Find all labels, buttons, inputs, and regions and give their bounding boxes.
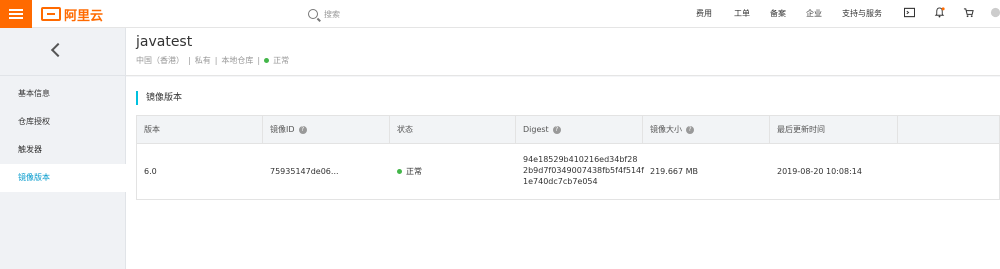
meta-separator: | [214, 56, 218, 65]
back-button[interactable] [0, 28, 125, 76]
header-status: 状态 [390, 116, 516, 143]
header-actions [898, 116, 999, 143]
header-version: 版本 [137, 116, 263, 143]
sidebar-item-basic-info[interactable]: 基本信息 [0, 80, 126, 108]
table-header: 版本 镜像ID? 状态 Digest? 镜像大小? 最后更新时间 [137, 116, 999, 144]
search-icon [308, 9, 318, 19]
repo-region: 中国（香港） [136, 56, 184, 65]
chevron-left-icon [50, 42, 66, 58]
sidebar-item-triggers[interactable]: 触发器 [0, 136, 126, 164]
repo-visibility: 私有 [194, 56, 211, 65]
cell-version: 6.0 [144, 167, 157, 176]
status-dot-icon [397, 169, 402, 174]
cell-status: 正常 [390, 144, 516, 199]
repo-header: javatest 中国（香港） | 私有 | 本地仓库 | 正常 [126, 28, 1000, 76]
help-icon[interactable]: ? [686, 125, 694, 134]
search-box[interactable]: 搜索 [308, 6, 340, 22]
status-text: 正常 [406, 167, 422, 176]
nav-enterprise[interactable]: 企业 [806, 8, 822, 19]
bell-icon[interactable] [934, 7, 945, 18]
table-row: 6.0 75935147de06... 正常 94e18529b410216ed… [137, 144, 999, 199]
versions-table: 版本 镜像ID? 状态 Digest? 镜像大小? 最后更新时间 6.0 759… [136, 115, 1000, 200]
help-icon[interactable]: ? [298, 125, 307, 134]
sidebar-item-image-versions[interactable]: 镜像版本 [0, 164, 126, 192]
digest-line: 2b9d7f0349007438fb5f4f514f [523, 166, 644, 175]
nav-tickets[interactable]: 工单 [734, 8, 750, 19]
avatar-icon[interactable] [990, 7, 1000, 18]
aliyun-logo-icon [41, 7, 61, 21]
search-placeholder: 搜索 [324, 9, 340, 19]
cell-size: 219.667 MB [650, 167, 699, 176]
terminal-icon[interactable] [904, 7, 915, 18]
section-title: 镜像版本 [136, 91, 182, 105]
header-digest: Digest? [516, 116, 643, 143]
sidebar: 基本信息 仓库授权 触发器 镜像版本 [0, 28, 126, 269]
cell-digest: 94e18529b410216ed34bf28 2b9d7f0349007438… [516, 144, 644, 199]
header-updated: 最后更新时间 [770, 116, 898, 143]
status-dot-icon [264, 58, 270, 63]
meta-separator: | [188, 56, 191, 65]
menu-icon[interactable] [0, 0, 32, 28]
cart-icon[interactable] [963, 7, 974, 18]
brand-name: 阿里云 [64, 8, 104, 24]
header-size: 镜像大小? [643, 116, 770, 143]
nav-fees[interactable]: 费用 [696, 8, 712, 19]
nav-filing[interactable]: 备案 [770, 8, 786, 19]
header-image-id: 镜像ID? [263, 116, 390, 143]
digest-line: 94e18529b410216ed34bf28 [523, 155, 638, 164]
meta-separator: | [257, 56, 261, 65]
digest-line: 1e740dc7cb7e054 [523, 177, 598, 186]
help-icon[interactable]: ? [552, 125, 561, 134]
repo-source: 本地仓库 [221, 56, 254, 65]
sidebar-item-repo-auth[interactable]: 仓库授权 [0, 108, 126, 136]
nav-support[interactable]: 支持与服务 [842, 8, 882, 19]
cell-updated: 2019-08-20 10:08:14 [777, 167, 862, 176]
repo-meta: 中国（香港） | 私有 | 本地仓库 | 正常 [136, 55, 289, 66]
brand-logo[interactable]: 阿里云 [41, 6, 104, 24]
top-bar: 阿里云 搜索 费用 工单 备案 企业 支持与服务 [0, 0, 1000, 28]
page-title: javatest [136, 34, 193, 50]
cell-image-id: 75935147de06... [270, 167, 339, 176]
repo-status: 正常 [273, 56, 290, 65]
image-versions-panel: 镜像版本 版本 镜像ID? 状态 Digest? 镜像大小? 最后更新时间 6.… [126, 77, 1000, 269]
